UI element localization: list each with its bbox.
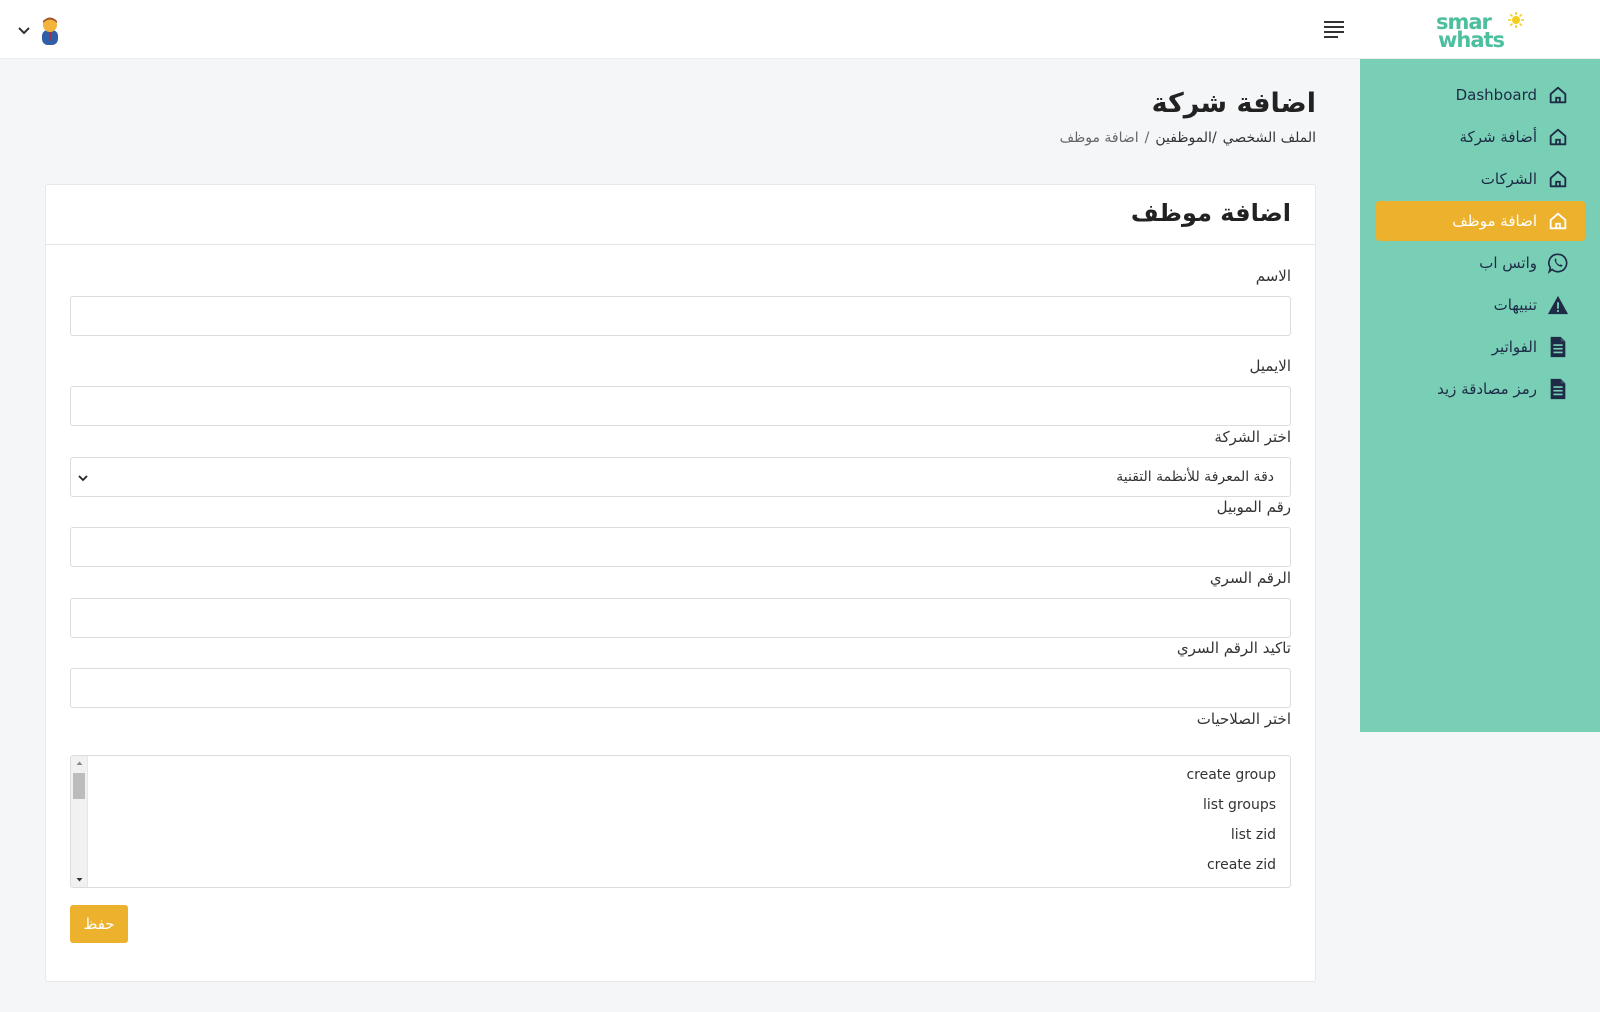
card-title: اضافة موظف [1130,199,1291,227]
page-title: اضافة شركة [1151,88,1316,119]
company-select-value: دقة المعرفة للأنظمة التقنية [1116,469,1274,485]
home-icon [1549,128,1567,146]
sidebar-item-label: الفواتير [1491,338,1537,356]
sidebar-item-add-employee[interactable]: اضافة موظف [1376,201,1585,241]
breadcrumb-profile[interactable]: الملف الشخصي [1223,130,1316,146]
sidebar-item-alerts[interactable]: تنبيهات [1376,285,1585,325]
email-input[interactable] [70,386,1291,426]
sidebar-item-label: Dashboard [1455,86,1537,104]
sidebar-item-label: تنبيهات [1493,296,1537,314]
sidebar-item-whatsapp[interactable]: واتس اب [1376,243,1585,283]
save-button[interactable]: حفظ [70,905,128,943]
home-icon [1549,170,1567,188]
sidebar-item-invoices[interactable]: الفواتير [1376,327,1585,367]
document-icon [1550,378,1566,400]
permissions-multiselect[interactable]: create group list groups list zid create… [70,755,1291,888]
scroll-down-icon[interactable] [75,875,84,884]
permission-option[interactable]: list groups [1203,797,1276,813]
email-label: الايميل [1249,357,1291,375]
permission-option[interactable]: create zid [1207,857,1276,873]
confirm-password-label: تاكيد الرقم السري [1176,639,1291,657]
sidebar-item-zid-auth-code[interactable]: رمز مصادقة زيد [1376,369,1585,409]
sidebar-item-label: أضافة شركة [1459,128,1537,146]
confirm-password-input[interactable] [70,668,1291,708]
password-label: الرقم السري [1209,569,1291,587]
breadcrumb: الملف الشخصي /الموظفين / اضافة موظف [1060,130,1316,146]
home-icon [1549,212,1567,230]
brand-logo[interactable]: smar whats [1436,10,1526,52]
whatsapp-icon [1547,253,1568,274]
avatar [42,17,58,45]
scrollbar[interactable] [71,756,88,887]
warning-icon [1547,295,1569,315]
sidebar-item-companies[interactable]: الشركات [1376,159,1585,199]
name-input[interactable] [70,296,1291,336]
mobile-label: رقم الموبيل [1216,498,1291,516]
mobile-input[interactable] [70,527,1291,567]
breadcrumb-employees[interactable]: /الموظفين [1155,130,1216,146]
document-icon [1550,336,1566,358]
sidebar-item-label: رمز مصادقة زيد [1437,380,1537,398]
add-employee-card: اضافة موظف الاسم الايميل اختر الشركة دقة… [45,184,1316,982]
company-label: اختر الشركة [1214,428,1291,446]
chevron-down-icon [18,27,30,35]
hamburger-menu-icon[interactable] [1322,18,1346,40]
sidebar-item-label: واتس اب [1479,254,1537,272]
sidebar-item-add-company[interactable]: أضافة شركة [1376,117,1585,157]
scroll-up-icon[interactable] [75,759,84,768]
sun-icon [1508,12,1524,28]
sidebar: Dashboard أضافة شركة الشركات اضافة موظف … [1360,59,1600,732]
logo-text-line2: whats [1438,28,1505,52]
company-select[interactable]: دقة المعرفة للأنظمة التقنية [70,457,1291,497]
card-header: اضافة موظف [46,185,1315,245]
permissions-label: اختر الصلاحيات [1196,710,1291,728]
scrollbar-thumb[interactable] [73,773,85,799]
top-bar: smar whats [0,0,1600,59]
sidebar-item-dashboard[interactable]: Dashboard [1376,75,1585,115]
permission-option[interactable]: create group [1186,767,1276,783]
chevron-down-icon [78,475,88,482]
name-label: الاسم [1255,267,1291,285]
permission-option[interactable]: list zid [1231,827,1276,843]
sidebar-item-label: اضافة موظف [1452,212,1537,230]
breadcrumb-separator: / [1144,130,1150,146]
password-input[interactable] [70,598,1291,638]
sidebar-item-label: الشركات [1480,170,1537,188]
user-menu[interactable] [16,14,64,46]
home-icon [1549,86,1567,104]
breadcrumb-current: اضافة موظف [1059,130,1139,146]
